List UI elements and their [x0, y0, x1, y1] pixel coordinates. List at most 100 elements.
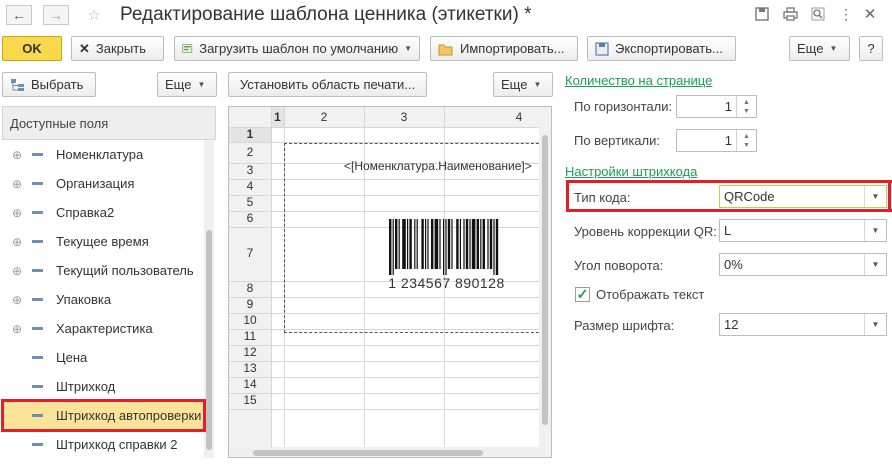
barcode-bar [482, 219, 485, 269]
template-spreadsheet[interactable]: 1 2 3 4 1 2 3 4 5 6 7 8 9 10 11 12 13 14 15 <[Номенкла… [228, 106, 552, 458]
grid-vertical-scrollbar[interactable] [539, 127, 551, 447]
field-label: Текущий пользователь [56, 263, 194, 278]
qr-level-label: Уровень коррекции QR: [574, 224, 717, 239]
field-list-item[interactable]: ⊕ Номенклатура [2, 140, 216, 169]
set-print-area-label: Установить область печати... [239, 77, 416, 92]
field-list-item[interactable]: Штрихкод справки 2 [2, 430, 216, 459]
field-label: Номенклатура [56, 147, 144, 162]
dropdown-caret-icon[interactable]: ▼ [864, 314, 886, 335]
vertical-count-label: По вертикали: [574, 133, 660, 148]
favorite-button[interactable]: ☆ [81, 5, 107, 25]
row-number: 7 [246, 246, 254, 260]
field-icon [32, 240, 43, 243]
expand-icon[interactable]: ⊕ [12, 235, 22, 249]
row-gridline [229, 377, 539, 378]
dropdown-caret-icon: ▼ [197, 80, 206, 89]
count-per-page-section[interactable]: Количество на странице [565, 73, 712, 88]
row-number: 9 [246, 297, 254, 311]
scroll-thumb[interactable] [542, 135, 548, 425]
ok-button[interactable]: OK [2, 36, 62, 61]
left-more-label: Еще [165, 77, 192, 92]
field-list-item[interactable]: ⊕ Текущий пользователь [2, 256, 216, 285]
help-icon: ? [867, 41, 875, 56]
forward-button[interactable]: → [43, 5, 69, 25]
expand-icon[interactable]: ⊕ [12, 322, 22, 336]
ok-label: OK [22, 41, 42, 56]
barcode-bar [465, 219, 469, 269]
window-menu-button[interactable]: ⋮ [836, 4, 856, 24]
field-list-item[interactable]: Штрихкод [2, 372, 216, 401]
barcode-bar [469, 219, 471, 269]
scroll-thumb[interactable] [253, 450, 483, 456]
row-number: 15 [243, 393, 257, 407]
dropdown-caret-icon: ▼ [829, 44, 838, 53]
vertical-count-field[interactable]: 1 ▲ ▼ [676, 129, 757, 152]
help-button[interactable]: ? [859, 36, 883, 61]
field-icon [32, 182, 43, 185]
spin-arrows-icon[interactable]: ▲ ▼ [736, 96, 756, 117]
font-size-value: 12 [724, 317, 739, 332]
close-button[interactable]: ✕ Закрыть [71, 36, 164, 61]
set-print-area-button[interactable]: Установить область печати... [228, 72, 427, 97]
field-icon [32, 298, 43, 301]
barcode-bar [463, 219, 465, 269]
barcode-bar [416, 219, 418, 269]
expand-icon[interactable]: ⊕ [12, 177, 22, 191]
barcode-bar [480, 219, 482, 269]
more-actions-button[interactable]: Еще ▼ [789, 36, 850, 61]
field-icon [32, 385, 43, 388]
name-field-cell[interactable]: <[Номенклатура.Наименование]> [344, 159, 532, 173]
rotation-select[interactable]: 0% ▼ [719, 253, 887, 276]
more-label: Еще [797, 41, 824, 56]
row-number: 4 [246, 179, 254, 193]
field-list-item[interactable]: ⊕ Упаковка [2, 285, 216, 314]
left-more-button[interactable]: Еще ▼ [157, 72, 217, 97]
barcode-bar [439, 219, 441, 269]
export-button[interactable]: Экспортировать... [587, 36, 736, 61]
barcode-number: 1 234567 890128 [388, 275, 505, 291]
barcode-bar [476, 219, 479, 269]
row-gridline [229, 345, 539, 346]
barcode-bar [459, 219, 461, 269]
expand-icon[interactable]: ⊕ [12, 293, 22, 307]
barcode-settings-section[interactable]: Настройки штрихкода [565, 164, 697, 179]
expand-icon[interactable]: ⊕ [12, 206, 22, 220]
field-list-item[interactable]: ⊕ Характеристика [2, 314, 216, 343]
grid-horizontal-scrollbar[interactable] [229, 447, 551, 457]
field-list-item[interactable]: Цена [2, 343, 216, 372]
print-button[interactable] [780, 4, 800, 24]
scroll-thumb[interactable] [206, 230, 212, 450]
row-number: 14 [243, 377, 257, 391]
window-close-button[interactable]: ✕ [860, 4, 880, 24]
back-button[interactable]: ← [6, 5, 32, 25]
dropdown-caret-icon[interactable]: ▼ [864, 220, 886, 241]
expand-icon[interactable]: ⊕ [12, 264, 22, 278]
qr-level-select[interactable]: L ▼ [719, 219, 887, 242]
dropdown-caret-icon: ▼ [404, 44, 412, 53]
horizontal-count-field[interactable]: 1 ▲ ▼ [676, 95, 757, 118]
load-default-template-button[interactable]: Загрузить шаблон по умолчанию ▼ [174, 36, 420, 61]
load-default-label: Загрузить шаблон по умолчанию [199, 41, 399, 56]
middle-more-button[interactable]: Еще ▼ [493, 72, 553, 97]
barcode-bar [395, 219, 398, 269]
floppy-icon [595, 41, 609, 56]
barcode-bar [414, 219, 416, 269]
printer-icon [782, 7, 798, 21]
select-button[interactable]: Выбрать [2, 72, 96, 97]
spin-arrows-icon[interactable]: ▲ ▼ [736, 130, 756, 151]
close-icon: ✕ [79, 40, 90, 56]
field-list-item[interactable]: ⊕ Организация [2, 169, 216, 198]
field-list-item[interactable]: ⊕ Текущее время [2, 227, 216, 256]
import-button[interactable]: Импортировать... [430, 36, 578, 61]
save-file-button[interactable] [752, 4, 772, 24]
field-list-item[interactable]: ⊕ Справка2 [2, 198, 216, 227]
field-label: Справка2 [56, 205, 115, 220]
row-gridline [229, 393, 539, 394]
vertical-count-value: 1 [724, 133, 732, 148]
preview-button[interactable] [808, 4, 828, 24]
font-size-select[interactable]: 12 ▼ [719, 313, 887, 336]
rotation-label: Угол поворота: [574, 258, 664, 273]
expand-icon[interactable]: ⊕ [12, 148, 22, 162]
dropdown-caret-icon[interactable]: ▼ [864, 254, 886, 275]
show-text-checkbox[interactable]: ✓ [575, 287, 590, 302]
